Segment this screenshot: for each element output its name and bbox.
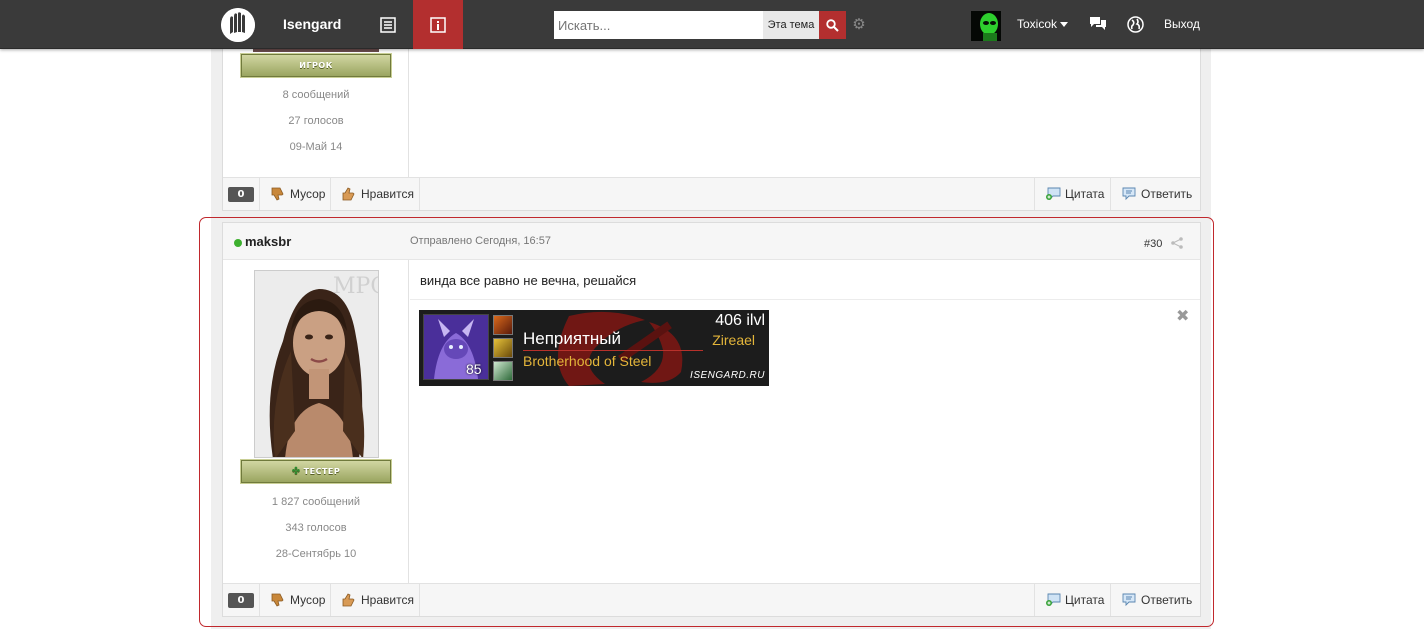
quote-label: Цитата xyxy=(1065,593,1105,607)
divider xyxy=(419,178,420,210)
info-button[interactable] xyxy=(413,0,463,49)
character-name: Неприятный xyxy=(523,329,621,348)
post-count: 8 сообщений xyxy=(282,89,350,101)
messages-icon[interactable] xyxy=(1089,15,1107,33)
reply-button[interactable]: Ответить xyxy=(1110,584,1202,616)
svg-text:MPC: MPC xyxy=(333,274,379,299)
like-label: Нравится xyxy=(361,187,414,201)
thumb-up-icon xyxy=(341,593,357,607)
like-button[interactable]: Нравится xyxy=(330,584,424,616)
globe-icon[interactable] xyxy=(1126,15,1144,33)
trash-label: Мусор xyxy=(290,593,326,607)
list-icon xyxy=(380,16,396,33)
realm-name: Zireael xyxy=(712,332,755,348)
divider xyxy=(523,350,703,351)
guild-name: Brotherhood of Steel xyxy=(523,353,652,369)
join-date: 09-Май 14 xyxy=(289,141,343,153)
post-actions: 0 Мусор Нравится Цитата Ответить xyxy=(223,583,1200,616)
join-date: 28-Сентябрь 10 xyxy=(275,548,357,560)
character-level: 85 xyxy=(466,361,482,377)
reply-icon xyxy=(1121,593,1137,607)
reply-label: Ответить xyxy=(1141,187,1193,201)
reply-label: Ответить xyxy=(1141,593,1193,607)
post-count: 1 827 сообщений xyxy=(271,496,361,508)
signature-divider xyxy=(410,299,1200,300)
rank-label: ИГРОК xyxy=(299,61,333,70)
share-icon[interactable] xyxy=(1171,237,1183,252)
trash-label: Мусор xyxy=(290,187,326,201)
quote-icon xyxy=(1045,187,1061,201)
online-status-icon xyxy=(234,239,242,247)
trash-button[interactable]: Мусор xyxy=(259,584,335,616)
top-navigation-bar: Isengard Эта тема ⚙ Toxico xyxy=(0,0,1424,49)
gear-icon[interactable]: ⚙ xyxy=(850,15,868,33)
reply-button[interactable]: Ответить xyxy=(1110,178,1202,210)
forum-post: maksbr Отправлено Сегодня, 16:57 #30 MPC xyxy=(222,222,1201,617)
like-label: Нравится xyxy=(361,593,414,607)
site-watermark: ISENGARD.RU xyxy=(690,370,765,381)
rank-badge: ИГРОК xyxy=(240,53,392,78)
vote-count: 343 голосов xyxy=(285,522,347,534)
rank-badge: ✤ ТЕСТЕР xyxy=(240,459,392,484)
logout-link[interactable]: Выход xyxy=(1164,17,1200,31)
site-title[interactable]: Isengard xyxy=(283,16,341,32)
author-sidebar: ИГРОК 8 сообщений 27 голосов 09-Май 14 xyxy=(223,40,409,178)
post-date: Отправлено Сегодня, 16:57 xyxy=(410,235,551,247)
post-header: maksbr Отправлено Сегодня, 16:57 #30 xyxy=(223,223,1200,260)
thumb-up-icon xyxy=(341,187,357,201)
item-level: 406 ilvl xyxy=(715,312,765,329)
reply-icon xyxy=(1121,187,1137,201)
close-icon[interactable]: ✖ xyxy=(1176,306,1189,325)
post-actions: 0 Мусор Нравится Цитата Ответить xyxy=(223,177,1200,210)
divider xyxy=(419,584,420,616)
search-input[interactable] xyxy=(554,11,764,39)
post-body: винда все равно не вечна, решайся xyxy=(420,273,637,288)
forum-post: ИГРОК 8 сообщений 27 голосов 09-Май 14 0… xyxy=(222,40,1201,211)
logo-icon[interactable] xyxy=(221,8,255,42)
signature-banner[interactable]: 85 Неприятный Brotherhood of Steel 406 i… xyxy=(419,310,769,386)
author-sidebar: MPC ✤ ТЕСТЕР 1 827 сообщений 343 голосов… xyxy=(223,260,409,585)
spec-icon xyxy=(493,338,513,358)
quote-button[interactable]: Цитата xyxy=(1034,584,1114,616)
quote-label: Цитата xyxy=(1065,187,1105,201)
chevron-down-icon[interactable] xyxy=(1060,22,1068,27)
reputation-count: 0 xyxy=(228,187,254,202)
reputation-count: 0 xyxy=(228,593,254,608)
rank-label: ТЕСТЕР xyxy=(303,467,341,476)
like-button[interactable]: Нравится xyxy=(330,178,424,210)
search-scope-select[interactable]: Эта тема xyxy=(763,11,819,39)
quote-button[interactable]: Цитата xyxy=(1034,178,1114,210)
list-button[interactable] xyxy=(363,0,413,49)
vote-count: 27 голосов xyxy=(288,115,344,127)
avatar[interactable]: MPC xyxy=(254,270,379,458)
search-icon xyxy=(826,18,839,32)
thumb-down-icon xyxy=(270,187,286,201)
user-menu[interactable]: Toxicok xyxy=(1017,17,1057,31)
thumb-down-icon xyxy=(270,593,286,607)
search-button[interactable] xyxy=(819,11,846,39)
spec-icon xyxy=(493,315,513,335)
spec-icon xyxy=(493,361,513,381)
author-name[interactable]: maksbr xyxy=(245,234,291,249)
post-number-link[interactable]: #30 xyxy=(1144,238,1162,250)
rank-star-icon: ✤ xyxy=(291,466,301,477)
trash-button[interactable]: Мусор xyxy=(259,178,335,210)
quote-icon xyxy=(1045,593,1061,607)
user-avatar[interactable] xyxy=(971,11,1001,41)
info-icon xyxy=(430,16,446,33)
